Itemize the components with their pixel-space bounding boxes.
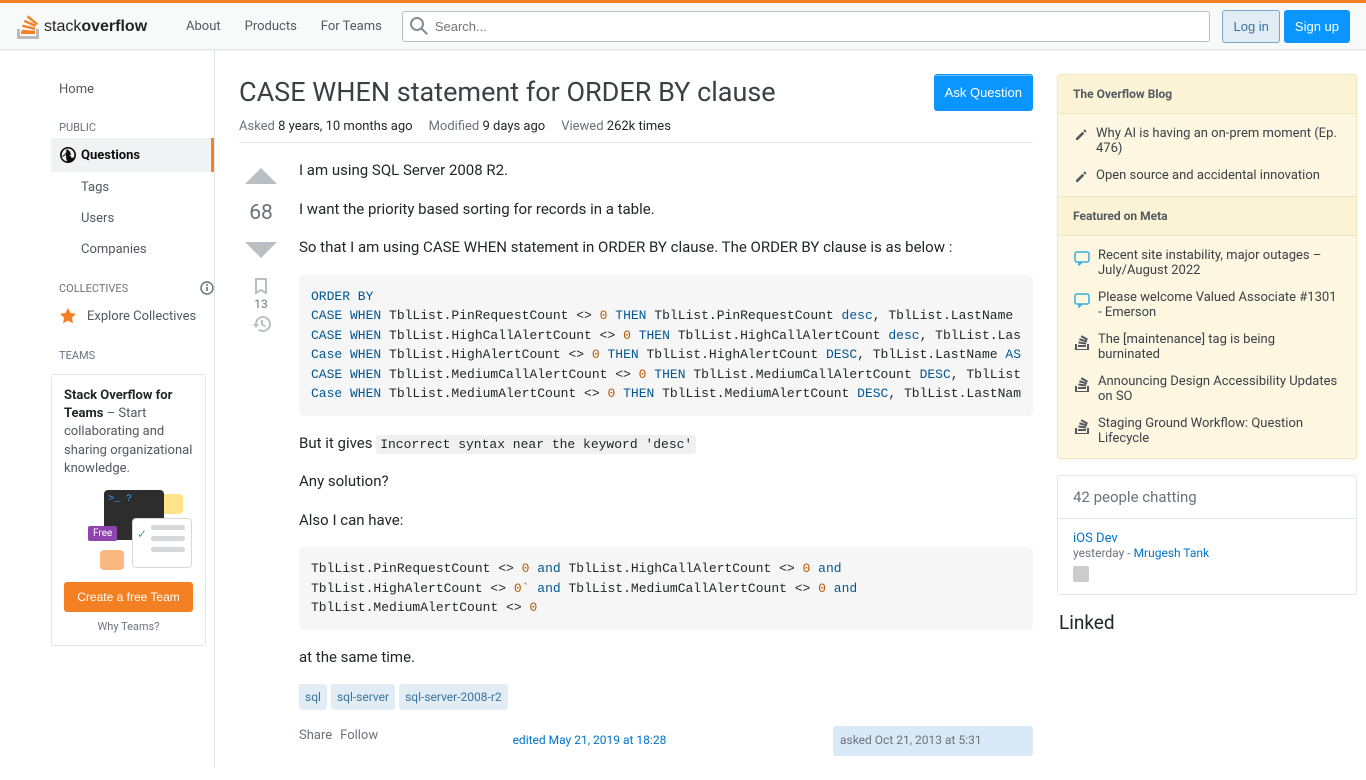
- stackoverflow-icon: [1074, 376, 1090, 392]
- check-icon: ✓: [137, 527, 147, 541]
- search-icon: [410, 17, 428, 35]
- ask-question-button[interactable]: Ask Question: [934, 74, 1033, 111]
- why-teams-link[interactable]: Why Teams?: [64, 620, 193, 633]
- tags-list: sql sql-server sql-server-2008-r2: [299, 684, 1033, 710]
- chat-bubble-icon: [100, 550, 124, 570]
- body-p6: Also I can have:: [299, 509, 1033, 532]
- featured-header: Featured on Meta: [1058, 196, 1356, 236]
- upvote-button[interactable]: [243, 159, 279, 195]
- nav-tags[interactable]: Tags: [51, 172, 214, 203]
- vote-count: 68: [249, 197, 273, 229]
- meta-link[interactable]: Please welcome Valued Associate #1301 - …: [1098, 290, 1340, 320]
- vote-controls: 68 13: [239, 159, 283, 756]
- follow-link[interactable]: Follow: [340, 726, 378, 756]
- tag[interactable]: sql-server-2008-r2: [399, 684, 508, 710]
- linked-header: Linked: [1057, 611, 1357, 634]
- body-p5: Any solution?: [299, 470, 1033, 493]
- share-link[interactable]: Share: [299, 726, 332, 756]
- overflow-blog-widget: The Overflow Blog Why AI is having an on…: [1057, 74, 1357, 459]
- nav-home[interactable]: Home: [51, 74, 214, 105]
- body-p4: But it gives Incorrect syntax near the k…: [299, 432, 1033, 455]
- stackoverflow-icon: [1074, 334, 1090, 350]
- pencil-icon: [1074, 170, 1088, 184]
- pencil-icon: [1074, 128, 1088, 142]
- right-sidebar: The Overflow Blog Why AI is having an on…: [1057, 74, 1357, 756]
- meta-link[interactable]: The [maintenance] tag is being burninate…: [1098, 332, 1340, 362]
- speech-bubble-icon: [1074, 250, 1090, 266]
- chat-user-link[interactable]: Mrugesh Tank: [1134, 546, 1210, 560]
- chat-widget: 42 people chatting iOS Dev yesterday - M…: [1057, 475, 1357, 595]
- nav-about[interactable]: About: [174, 13, 233, 40]
- topbar: stackoverflow About Products For Teams L…: [0, 3, 1366, 50]
- body-p7: at the same time.: [299, 646, 1033, 669]
- nav-products[interactable]: Products: [233, 13, 309, 40]
- modified-label: Modified: [429, 119, 480, 134]
- bookmark-button[interactable]: [252, 277, 270, 295]
- nav-companies[interactable]: Companies: [51, 234, 214, 265]
- blog-link[interactable]: Why AI is having an on-prem moment (Ep. …: [1096, 126, 1340, 156]
- history-button[interactable]: [252, 315, 271, 333]
- nav-users[interactable]: Users: [51, 203, 214, 234]
- main-content: CASE WHEN statement for ORDER BY clause …: [239, 74, 1033, 756]
- meta-link[interactable]: Recent site instability, major outages –…: [1098, 248, 1340, 278]
- login-button[interactable]: Log in: [1222, 10, 1279, 43]
- edited-info[interactable]: edited May 21, 2019 at 18:28: [506, 726, 706, 756]
- svg-text:stackoverflow: stackoverflow: [44, 18, 148, 35]
- question-meta: Asked 8 years, 10 months ago Modified 9 …: [239, 119, 1033, 143]
- asked-info[interactable]: asked Oct 21, 2013 at 5:31: [833, 726, 1033, 756]
- code-block-1: ORDER BY CASE WHEN TblList.PinRequestCou…: [299, 275, 1033, 416]
- chat-room-link[interactable]: iOS Dev: [1073, 531, 1341, 546]
- left-sidebar: Home PUBLIC Questions Tags Users Compani…: [51, 50, 215, 768]
- tag[interactable]: sql: [299, 684, 327, 710]
- bookmark-count: 13: [254, 297, 268, 311]
- meta-link[interactable]: Staging Ground Workflow: Question Lifecy…: [1098, 416, 1340, 446]
- question-body: I am using SQL Server 2008 R2. I want th…: [299, 159, 1033, 756]
- card-icon: ✓: [132, 518, 192, 568]
- search-input[interactable]: [402, 11, 1211, 42]
- chat-time: yesterday -: [1073, 546, 1134, 560]
- viewed-label: Viewed: [561, 119, 603, 134]
- body-p1: I am using SQL Server 2008 R2.: [299, 159, 1033, 182]
- downvote-button[interactable]: [243, 231, 279, 267]
- body-p3: So that I am using CASE WHEN statement i…: [299, 236, 1033, 259]
- teams-illustration: >_ ? ✓ Free: [64, 490, 193, 570]
- tag[interactable]: sql-server: [331, 684, 395, 710]
- nav-teams-header: TEAMS: [51, 333, 214, 366]
- signup-button[interactable]: Sign up: [1284, 10, 1350, 43]
- question-title: CASE WHEN statement for ORDER BY clause: [239, 74, 776, 110]
- nav-questions-label: Questions: [81, 148, 140, 163]
- meta-link[interactable]: Announcing Design Accessibility Updates …: [1098, 374, 1340, 404]
- info-icon[interactable]: [200, 281, 214, 295]
- star-icon: [59, 307, 77, 325]
- code-block-2: TblList.PinRequestCount <> 0 and TblList…: [299, 547, 1033, 630]
- nav-forteams[interactable]: For Teams: [309, 13, 394, 40]
- nav-public-header: PUBLIC: [51, 105, 214, 138]
- speech-bubble-icon: [1074, 292, 1090, 308]
- stackoverflow-icon: [1074, 418, 1090, 434]
- stackoverflow-logo[interactable]: stackoverflow: [16, 11, 166, 41]
- error-code: Incorrect syntax near the keyword 'desc': [376, 435, 696, 454]
- nav-collectives-header: COLLECTIVES: [51, 265, 214, 299]
- globe-icon: [59, 146, 77, 164]
- viewed-value: 262k times: [607, 119, 671, 134]
- asked-value: 8 years, 10 months ago: [278, 119, 412, 134]
- asked-label: Asked: [239, 119, 275, 134]
- blog-header: The Overflow Blog: [1058, 75, 1356, 114]
- chat-header[interactable]: 42 people chatting: [1058, 476, 1356, 519]
- nav-explore-collectives[interactable]: Explore Collectives: [51, 299, 214, 333]
- nav-explore-label: Explore Collectives: [87, 309, 196, 324]
- nav-questions[interactable]: Questions: [51, 138, 214, 172]
- blog-link[interactable]: Open source and accidental innovation: [1096, 168, 1320, 184]
- create-team-button[interactable]: Create a free Team: [64, 582, 193, 612]
- teams-promo: Stack Overflow for Teams – Start collabo…: [51, 374, 206, 646]
- free-badge: Free: [88, 526, 117, 541]
- avatar[interactable]: [1073, 566, 1089, 582]
- modified-value: 9 days ago: [482, 119, 545, 134]
- body-p2: I want the priority based sorting for re…: [299, 198, 1033, 221]
